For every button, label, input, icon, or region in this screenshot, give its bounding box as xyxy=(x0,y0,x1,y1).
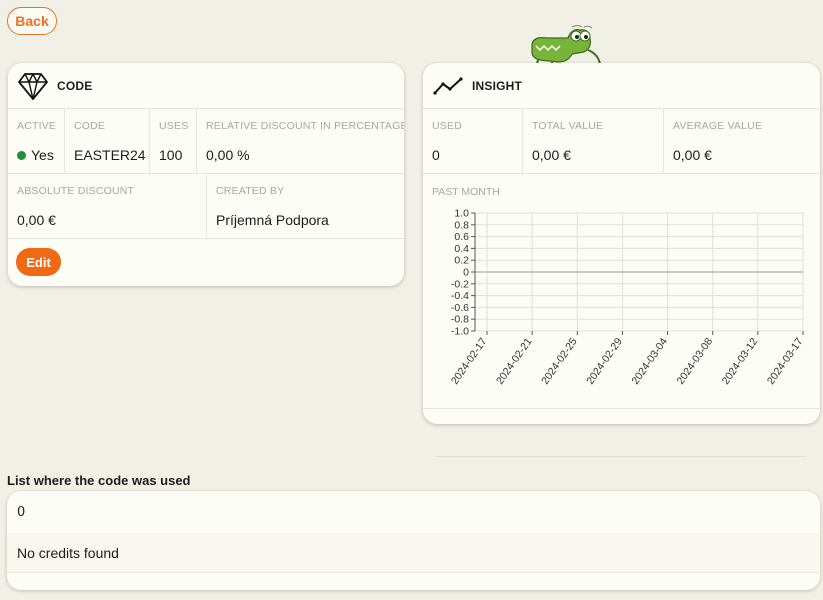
total-value-cell: TOTAL VALUE 0,00 € xyxy=(523,109,664,173)
chart-x-tick-label: 2024-02-29 xyxy=(584,336,625,387)
created-by-label: CREATED BY xyxy=(216,185,285,197)
chart-x-tick-label: 2024-02-25 xyxy=(539,336,580,387)
used-value: 0 xyxy=(432,147,440,163)
diamond-icon xyxy=(17,70,49,102)
uses-value: 100 xyxy=(159,147,183,163)
list-title: List where the code was used xyxy=(7,473,191,488)
uses-label: USES xyxy=(159,120,189,132)
past-month-chart: 1.00.80.60.40.20-0.2-0.4-0.6-0.8-1.02024… xyxy=(449,208,806,387)
absolute-discount-label: ABSOLUTE DISCOUNT xyxy=(17,185,135,197)
chart-section: PAST MONTH 1.0 0.8 0.6 0.4 0.2 0 -0.2 -0.4 -0.6-… xyxy=(423,174,820,409)
active-cell: ACTIVE Yes xyxy=(8,109,65,173)
chart-y-tick-label: -0.2 xyxy=(451,278,469,290)
usage-list: 0 No credits found xyxy=(7,491,820,590)
trend-line-icon xyxy=(432,70,464,102)
chart-y-tick-label: 0.8 xyxy=(454,219,469,231)
chart-y-tick-label: 1.0 xyxy=(454,208,469,220)
crocodile-mascot-icon xyxy=(531,25,602,68)
chart-y-tick-label: 0.2 xyxy=(454,255,469,267)
active-value: Yes xyxy=(31,147,54,163)
relative-discount-value: 0,00 % xyxy=(206,147,250,163)
created-by-value: Príjemná Podpora xyxy=(216,212,329,228)
chart-y-tick-label: -0.6 xyxy=(451,302,469,314)
chart-y-tick-label: -0.8 xyxy=(451,314,469,326)
code-value: EASTER24 xyxy=(74,147,146,163)
code-card-header: CODE xyxy=(8,63,404,109)
total-value-value: 0,00 € xyxy=(532,147,571,163)
average-value-value: 0,00 € xyxy=(673,147,712,163)
usage-list-count: 0 xyxy=(17,504,26,520)
chart-x-tick-label: 2024-03-04 xyxy=(629,336,670,387)
chart-x-tick-label: 2024-02-17 xyxy=(449,336,490,387)
chart-y-tick-label: -0.4 xyxy=(451,290,469,302)
chart-y-tick-label: 0.6 xyxy=(454,231,469,243)
chart-x-tick-label: 2024-02-21 xyxy=(494,336,535,387)
total-value-label: TOTAL VALUE xyxy=(532,120,604,132)
chart-x-tick-label: 2024-03-17 xyxy=(765,336,806,387)
relative-discount-label: RELATIVE DISCOUNT IN PERCENTAGE xyxy=(206,120,404,132)
chart-x-tick-label: 2024-03-08 xyxy=(675,336,716,387)
insight-card-header: INSIGHT xyxy=(423,63,820,109)
chart-y-tick-label: -1.0 xyxy=(451,326,469,338)
edit-button[interactable]: Edit xyxy=(16,248,61,276)
code-label: CODE xyxy=(74,120,106,132)
relative-discount-cell: RELATIVE DISCOUNT IN PERCENTAGE 0,00 % xyxy=(197,109,404,173)
active-status-dot xyxy=(17,150,26,160)
chart-x-tick-label: 2024-03-12 xyxy=(720,336,761,387)
uses-cell: USES 100 xyxy=(150,109,197,173)
absolute-discount-value: 0,00 € xyxy=(17,212,56,228)
chart-y-tick-label: 0 xyxy=(463,267,469,279)
chart-y-tick-label: 0.4 xyxy=(454,243,469,255)
code-card: CODE ACTIVE Yes CODE EASTER24 USES 100 R… xyxy=(8,63,404,286)
active-label: ACTIVE xyxy=(17,120,57,132)
empty-message: No credits found xyxy=(7,533,820,573)
average-value-cell: AVERAGE VALUE 0,00 € xyxy=(664,109,820,173)
section-divider xyxy=(436,456,806,457)
insight-card-title: INSIGHT xyxy=(472,78,523,93)
back-button[interactable]: Back xyxy=(7,7,57,35)
created-by-cell: CREATED BY Príjemná Podpora xyxy=(207,174,404,238)
absolute-discount-cell: ABSOLUTE DISCOUNT 0,00 € xyxy=(8,174,207,238)
used-cell: USED 0 xyxy=(423,109,523,173)
average-value-label: AVERAGE VALUE xyxy=(673,120,763,132)
code-card-title: CODE xyxy=(57,78,93,93)
code-cell: CODE EASTER24 xyxy=(65,109,150,173)
used-label: USED xyxy=(432,120,462,132)
insight-card: INSIGHT USED 0 TOTAL VALUE 0,00 € AVERAG… xyxy=(423,63,820,424)
